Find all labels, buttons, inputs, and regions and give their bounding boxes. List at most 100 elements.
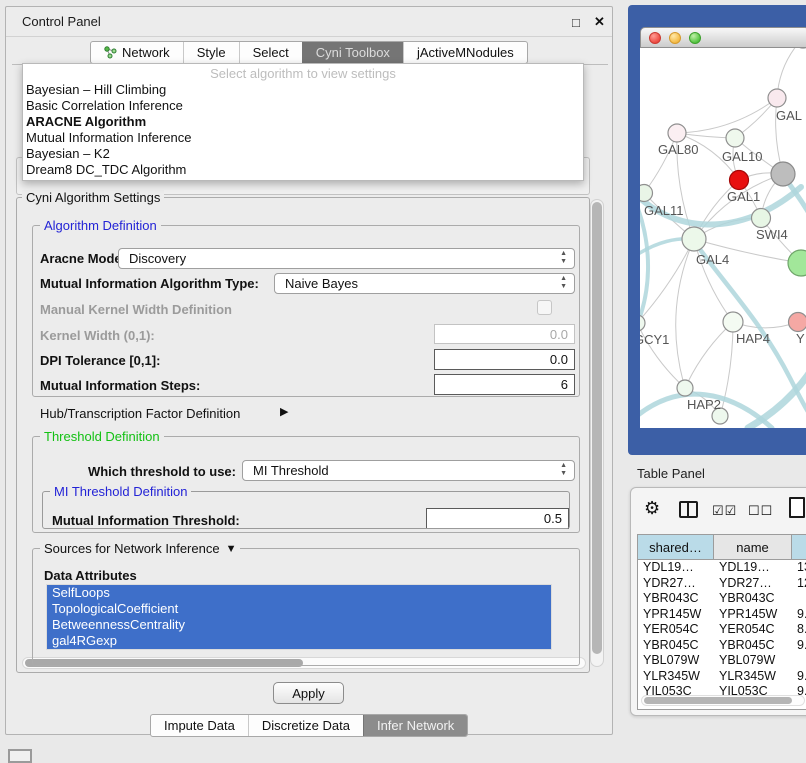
- column-header[interactable]: name: [714, 535, 792, 559]
- gear-icon[interactable]: ⚙: [644, 498, 660, 519]
- table-body: YDL19…YDL19…13YDR27…YDR27…12YBR043CYBR04…: [638, 560, 806, 700]
- algorithm-option[interactable]: Bayesian – Hill Climbing: [23, 82, 583, 98]
- algorithm-option[interactable]: Bayesian – K2: [23, 146, 583, 162]
- algorithm-option[interactable]: ARACNE Algorithm: [23, 114, 583, 130]
- tab-network[interactable]: Network: [91, 42, 183, 63]
- network-node-gal80[interactable]: [668, 124, 686, 142]
- node-label: GAL80: [658, 142, 698, 157]
- chevron-down-icon[interactable]: ▼: [226, 543, 237, 555]
- tab-discretize-data[interactable]: Discretize Data: [248, 715, 363, 736]
- new-table-icon[interactable]: [789, 497, 805, 518]
- table-cell: YBR045C: [638, 638, 714, 654]
- sources-group-title: Sources for Network Inference ▼: [40, 541, 240, 556]
- table-row[interactable]: YDR27…YDR27…12: [638, 576, 806, 592]
- network-node-hap4[interactable]: [723, 312, 743, 332]
- node-label: SWI4: [756, 227, 788, 242]
- algorithm-option[interactable]: Mutual Information Inference: [23, 130, 583, 146]
- algorithm-option[interactable]: Basic Correlation Inference: [23, 98, 583, 114]
- network-graph: GALGAL80GAL10GAL1GAL11SWI4GAL4GCY1HAP4YH…: [640, 48, 806, 428]
- network-node-hap2[interactable]: [677, 380, 693, 396]
- close-window-icon[interactable]: [649, 32, 661, 44]
- table-horizontal-scrollbar[interactable]: [641, 695, 805, 706]
- node-label: GAL11: [644, 203, 684, 218]
- table-cell: YDR27…: [638, 576, 714, 592]
- table-row[interactable]: YBL079WYBL079W: [638, 653, 806, 669]
- network-node-gal10[interactable]: [726, 129, 744, 147]
- tab-jactivemnodules[interactable]: jActiveMNodules: [403, 42, 527, 63]
- network-node[interactable]: [788, 250, 806, 276]
- network-node-gcy1[interactable]: [640, 315, 645, 331]
- node-label: GCY1: [640, 332, 669, 347]
- select-all-checkboxes-icon[interactable]: ☑☑: [712, 503, 737, 519]
- tab-cyni-toolbox[interactable]: Cyni Toolbox: [302, 42, 403, 63]
- network-node-swi4[interactable]: [752, 209, 771, 228]
- network-node-y[interactable]: [789, 313, 806, 332]
- table-panel-title: Table Panel: [637, 466, 705, 481]
- node-label: GAL: [776, 108, 802, 123]
- apply-button[interactable]: Apply: [273, 682, 344, 704]
- node-label: GAL10: [722, 149, 762, 164]
- columns-icon[interactable]: [679, 501, 698, 518]
- network-edge[interactable]: [676, 239, 694, 388]
- table-cell: YER054C: [714, 622, 792, 638]
- tab-label: Cyni Toolbox: [316, 45, 390, 60]
- network-window-titlebar[interactable]: [640, 27, 806, 48]
- float-panel-icon[interactable]: □: [572, 15, 580, 30]
- scrollbar-thumb[interactable]: [592, 202, 602, 654]
- node-label: GAL4: [696, 252, 729, 267]
- table-header-row: shared…name: [638, 535, 806, 560]
- algorithm-dropdown-placeholder: Select algorithm to view settings: [23, 64, 583, 82]
- algorithm-option[interactable]: Dream8 DC_TDC Algorithm: [23, 162, 583, 178]
- network-node-gal4[interactable]: [682, 227, 706, 251]
- network-icon: [104, 46, 117, 59]
- table-row[interactable]: YLR345WYLR345W9.: [638, 669, 806, 685]
- scrollbar-thumb[interactable]: [644, 697, 792, 704]
- tab-label: jActiveMNodules: [417, 45, 514, 60]
- network-node[interactable]: [771, 162, 795, 186]
- network-window: GALGAL80GAL10GAL1GAL11SWI4GAL4GCY1HAP4YH…: [640, 27, 806, 431]
- table-cell: YPR145W: [638, 607, 714, 623]
- mi-threshold-definition-title: MI Threshold Definition: [50, 484, 191, 499]
- node-label: GAL1: [727, 189, 760, 204]
- column-header[interactable]: shared…: [638, 535, 714, 559]
- table-cell: 12: [792, 576, 806, 592]
- table-row[interactable]: YDL19…YDL19…13: [638, 560, 806, 576]
- deselect-all-checkboxes-icon[interactable]: ☐☐: [748, 503, 773, 519]
- table-row[interactable]: YBR045CYBR045C9.: [638, 638, 806, 654]
- column-header[interactable]: [792, 535, 806, 559]
- table-cell: 13: [792, 560, 806, 576]
- control-panel-window: Control Panel □ ✕ Network Style Select C…: [5, 6, 613, 735]
- tab-label: Network: [122, 45, 170, 60]
- table-cell: 8.: [792, 622, 806, 638]
- algorithm-dropdown[interactable]: Select algorithm to view settings Bayesi…: [22, 63, 584, 181]
- settings-group-title: Cyni Algorithm Settings: [22, 190, 164, 205]
- network-view-panel: GALGAL80GAL10GAL1GAL11SWI4GAL4GCY1HAP4YH…: [628, 5, 806, 455]
- minimize-window-icon[interactable]: [669, 32, 681, 44]
- minimized-panel-icon[interactable]: [8, 749, 32, 763]
- bottom-tabbar: Impute Data Discretize Data Infer Networ…: [150, 714, 468, 737]
- node-label: HAP2: [687, 397, 721, 412]
- tab-infer-network[interactable]: Infer Network: [363, 715, 467, 736]
- table-row[interactable]: YBR043CYBR043C: [638, 591, 806, 607]
- table-row[interactable]: YER054CYER054C8.: [638, 622, 806, 638]
- tab-select[interactable]: Select: [239, 42, 302, 63]
- network-node-gal11[interactable]: [640, 185, 653, 202]
- tab-style[interactable]: Style: [183, 42, 239, 63]
- zoom-window-icon[interactable]: [689, 32, 701, 44]
- algorithm-definition-title: Algorithm Definition: [40, 218, 161, 233]
- network-canvas[interactable]: GALGAL80GAL10GAL1GAL11SWI4GAL4GCY1HAP4YH…: [640, 48, 806, 428]
- network-edge[interactable]: [685, 322, 733, 388]
- settings-vertical-scrollbar[interactable]: [590, 199, 604, 667]
- tab-impute-data[interactable]: Impute Data: [151, 715, 248, 736]
- control-panel-tabbar: Network Style Select Cyni Toolbox jActiv…: [90, 41, 528, 64]
- network-node-gal1[interactable]: [730, 171, 749, 190]
- table-cell: YDL19…: [714, 560, 792, 576]
- node-table: shared…name YDL19…YDL19…13YDR27…YDR27…12…: [637, 534, 806, 710]
- tab-label: Style: [197, 45, 226, 60]
- close-icon[interactable]: ✕: [594, 14, 605, 30]
- table-row[interactable]: YPR145WYPR145W9.: [638, 607, 806, 623]
- table-panel: ⚙ ☑☑ ☐☐ shared…name YDL19…YDL19…13YDR27……: [630, 487, 806, 716]
- table-cell: YLR345W: [714, 669, 792, 685]
- network-node-gal[interactable]: [768, 89, 786, 107]
- table-cell: YBR045C: [714, 638, 792, 654]
